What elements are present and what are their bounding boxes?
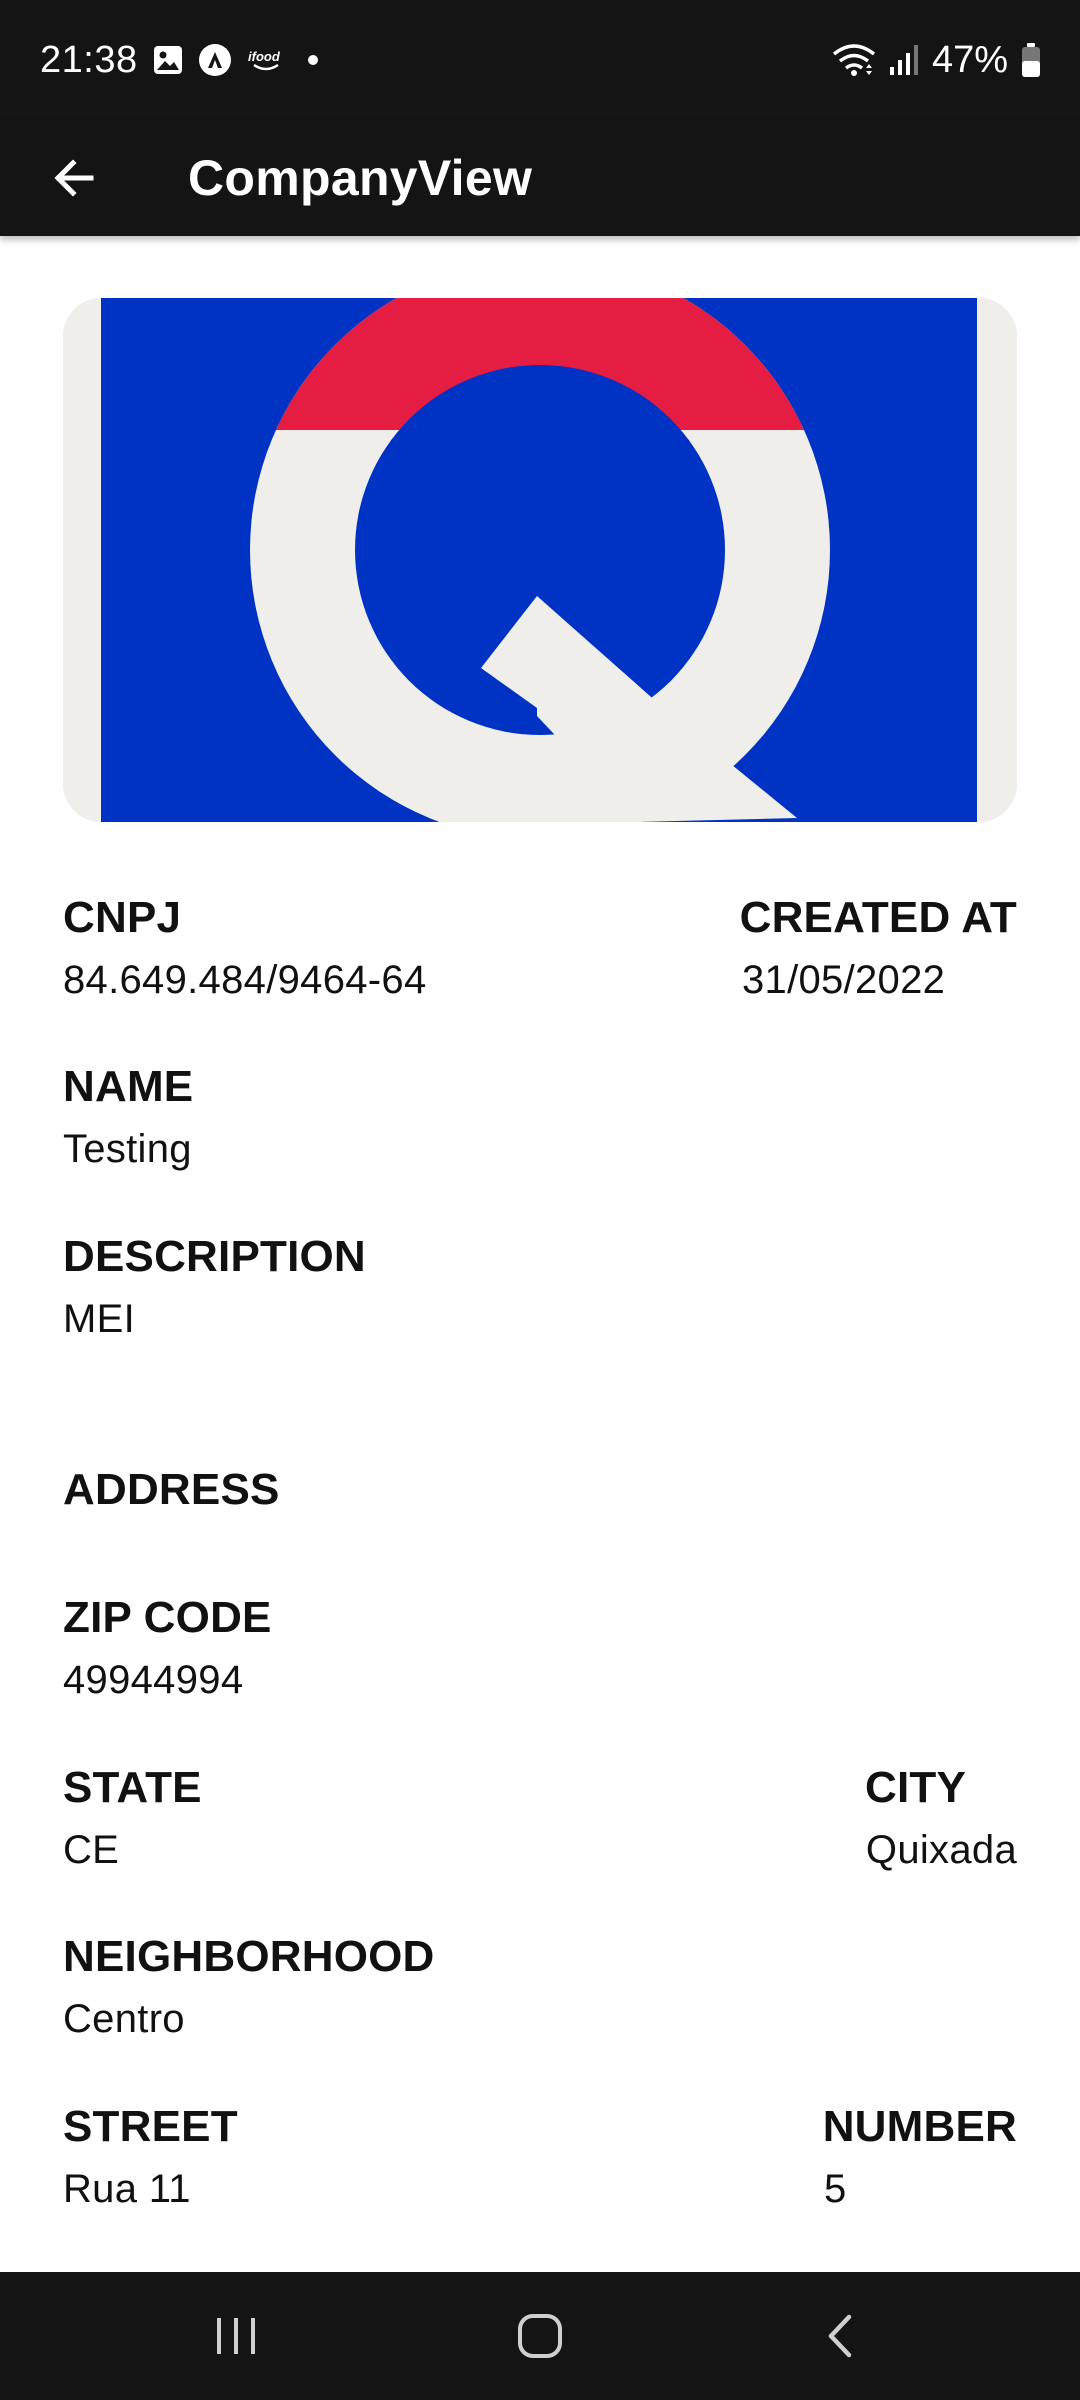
status-bar: 21:38 ifood 47% [0,0,1080,120]
name-value: Testing [63,1127,192,1171]
back-button[interactable] [40,144,108,212]
address-section-title: ADDRESS [63,1465,280,1514]
dot-icon [300,47,326,73]
neighborhood-label: NEIGHBORHOOD [63,1932,435,1981]
city-value: Quixada [865,1828,1017,1872]
back-chevron-icon [828,2314,852,2358]
home-button[interactable] [480,2296,600,2376]
signal-icon [888,43,920,77]
zip-code-label: ZIP CODE [63,1593,272,1642]
home-icon [518,2314,562,2358]
street-value: Rua 11 [63,2167,191,2211]
app-a-icon [198,43,232,77]
city-label: CITY [865,1763,967,1812]
zip-code-value: 49944994 [63,1658,244,1702]
cnpj-label: CNPJ [63,893,182,942]
recents-icon [217,2318,255,2354]
description-value: MEI [63,1297,136,1341]
system-nav-bar [0,2272,1080,2400]
company-logo [63,298,1017,822]
status-left: 21:38 ifood [40,36,326,84]
arrow-left-icon [54,159,94,197]
battery-percentage: 47% [931,38,1008,81]
created-at-value: 31/05/2022 [742,958,946,1002]
cnpj-value: 84.649.484/9464-64 [63,958,427,1002]
status-time: 21:38 [40,38,138,81]
neighborhood-value: Centro [63,1997,185,2041]
page-title: CompanyView [188,150,533,206]
number-label: NUMBER [822,2102,1017,2151]
wifi-icon [832,42,876,78]
state-label: STATE [63,1763,202,1812]
svg-text:ifood: ifood [248,49,281,64]
app-bar: CompanyView [0,120,1080,236]
status-right: 47% [832,36,1042,84]
state-value: CE [63,1828,120,1872]
recents-button[interactable] [176,2296,296,2376]
ifood-icon: ifood [246,45,286,75]
image-icon [152,44,184,76]
name-label: NAME [63,1062,194,1111]
created-at-label: CREATED AT [739,893,1017,942]
number-value: 5 [824,2167,847,2211]
description-label: DESCRIPTION [63,1232,366,1281]
system-back-button[interactable] [782,2296,902,2376]
street-label: STREET [63,2102,238,2151]
battery-icon [1020,42,1042,78]
